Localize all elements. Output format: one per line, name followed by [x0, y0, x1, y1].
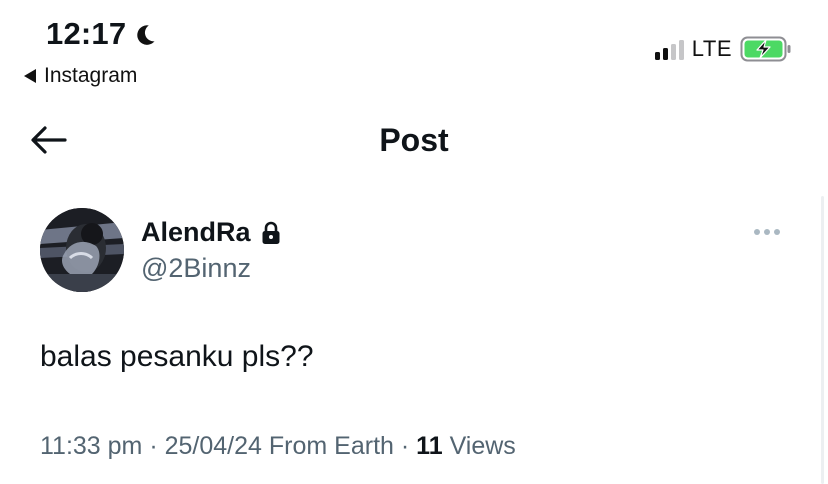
display-name-text: AlendRa	[141, 217, 251, 247]
status-indicators: LTE	[654, 36, 792, 62]
post-time: 11:33 pm	[40, 432, 143, 460]
separator: ·	[149, 432, 165, 460]
back-triangle-icon	[24, 69, 36, 83]
avatar-image	[40, 208, 124, 292]
display-name[interactable]: AlendRa	[141, 217, 281, 248]
more-horizontal-icon[interactable]	[754, 229, 780, 235]
post-text: balas pesanku pls??	[40, 340, 314, 373]
battery-charging-icon	[740, 36, 791, 62]
views-label[interactable]: Views	[450, 432, 516, 460]
lock-icon	[262, 221, 280, 244]
back-to-app-button[interactable]: Instagram	[24, 64, 137, 88]
post-meta: 11:33 pm · 25/04/24 From Earth · 11 View…	[40, 432, 516, 461]
scrollbar[interactable]	[821, 196, 824, 484]
avatar[interactable]	[40, 208, 124, 292]
separator: ·	[400, 432, 417, 460]
post-source: From Earth	[268, 432, 394, 460]
moon-icon	[137, 25, 155, 45]
views-count[interactable]: 11	[416, 432, 442, 460]
signal-icon	[654, 38, 684, 60]
page-title: Post	[379, 122, 449, 158]
status-time: 12:17	[46, 16, 158, 52]
back-app-label: Instagram	[44, 64, 138, 87]
user-handle[interactable]: @2Binnz	[141, 253, 251, 284]
post-date: 25/04/24	[164, 432, 262, 460]
network-type: LTE	[691, 36, 732, 61]
status-time-text: 12:17	[46, 16, 127, 51]
